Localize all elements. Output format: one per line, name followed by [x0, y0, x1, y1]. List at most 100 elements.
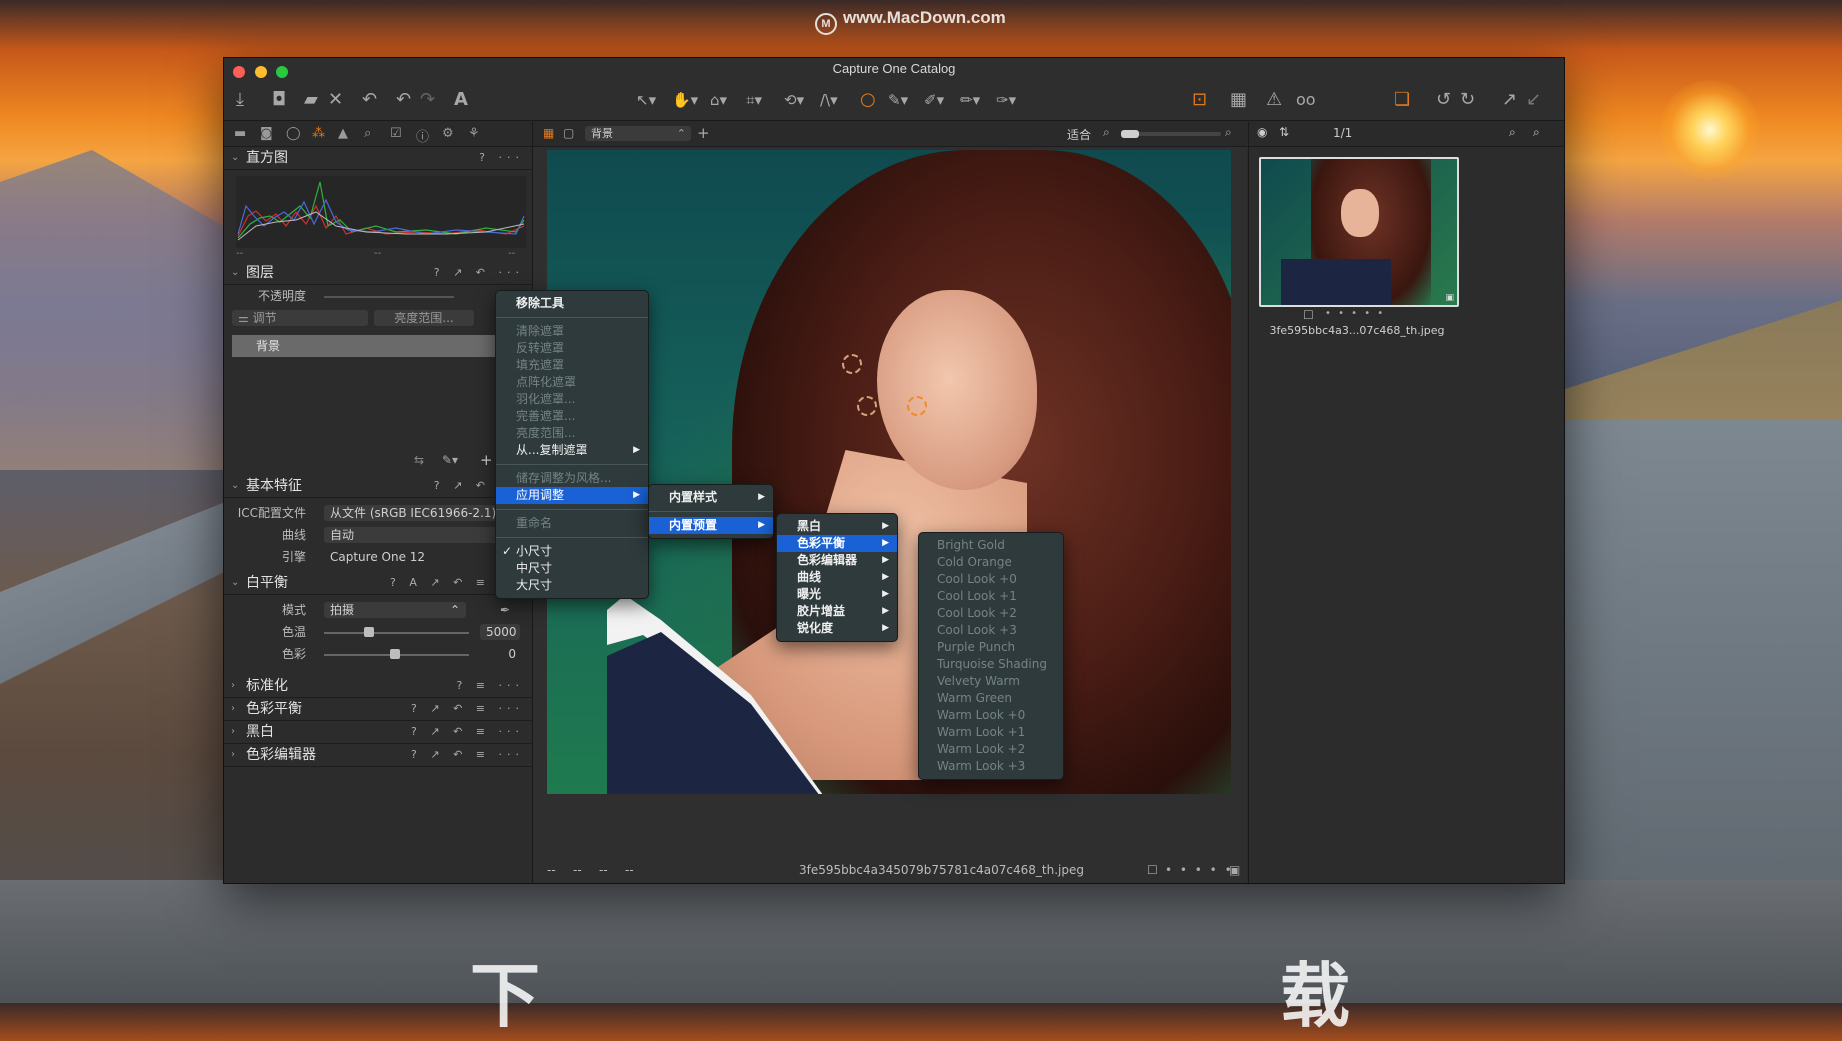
paste-apply-icon[interactable]: ↙	[1526, 88, 1541, 112]
batch-tab-icon[interactable]: ⚘	[468, 126, 480, 141]
camera-icon[interactable]: ◘	[272, 88, 286, 112]
rotate-icon[interactable]: ⟲▾	[784, 88, 804, 112]
single-view-icon[interactable]: ▢	[563, 126, 574, 140]
close-window-button[interactable]	[233, 66, 245, 78]
zoom-in-icon[interactable]: ⌕	[1225, 125, 1232, 140]
add-layer-icon[interactable]: +	[480, 451, 493, 469]
menu-fill-mask[interactable]: 填充遮罩	[496, 357, 648, 374]
brush-icon[interactable]: ✎▾	[888, 88, 908, 112]
copy-apply-icon[interactable]: ↗	[1502, 88, 1517, 112]
output-tab-icon[interactable]: ⚙	[442, 126, 454, 141]
swap-layers-icon[interactable]: ⇆	[414, 453, 424, 467]
menu-preset-item[interactable]: Cold Orange	[919, 554, 1063, 571]
eye-icon[interactable]: ◉	[1257, 125, 1267, 139]
layers-tools[interactable]: ? ↗ ↶ ···	[434, 262, 524, 284]
details-tab-icon[interactable]: ⌕	[364, 126, 371, 141]
menu-preset-item[interactable]: Cool Look +2	[919, 605, 1063, 622]
normalize-header[interactable]: › 标准化 ? ≡ ···	[224, 675, 532, 698]
lens-tab-icon[interactable]: ◯	[286, 126, 301, 141]
select-checkbox-icon[interactable]: ☐	[1147, 857, 1158, 883]
histogram-header[interactable]: ⌄ 直方图 ? ···	[224, 147, 532, 170]
wb-temp-slider[interactable]	[324, 632, 469, 634]
eyedropper-icon[interactable]: ✒	[500, 599, 510, 621]
menu-save-style[interactable]: 储存调整为风格...	[496, 470, 648, 487]
menu-preset-item[interactable]: Cool Look +3	[919, 622, 1063, 639]
menu-rename[interactable]: 重命名	[496, 515, 648, 532]
layer-row-background[interactable]: 背景	[232, 335, 522, 357]
opacity-slider[interactable]	[324, 296, 454, 298]
menu-preset-item[interactable]: Bright Gold	[919, 537, 1063, 554]
menu-preset-exposure[interactable]: 曝光▶	[777, 586, 897, 603]
menu-preset-bw[interactable]: 黑白▶	[777, 518, 897, 535]
thumb-checkbox-icon[interactable]: ☐	[1303, 308, 1314, 322]
menu-preset-item[interactable]: Velvety Warm	[919, 673, 1063, 690]
main-photo[interactable]	[547, 150, 1231, 794]
icc-select[interactable]: 从文件 (sRGB IEC61966-2.1)	[324, 505, 520, 521]
keystone-icon[interactable]: /\▾	[820, 88, 838, 112]
folder-icon[interactable]: ▰	[304, 88, 318, 112]
menu-builtin-styles[interactable]: 内置样式▶	[649, 489, 773, 506]
exposure-tab-icon[interactable]: ▲	[338, 126, 348, 141]
search-icon[interactable]: ⌕	[1509, 125, 1516, 140]
wb-temp-value[interactable]: 5000	[480, 624, 520, 640]
annotate-icon[interactable]: ✑▾	[996, 88, 1016, 112]
eraser-icon[interactable]: ✐▾	[924, 88, 944, 112]
menu-preset-curve[interactable]: 曲线▶	[777, 569, 897, 586]
color-tab-icon[interactable]: ⁂	[312, 126, 325, 141]
menu-preset-item[interactable]: Warm Look +3	[919, 758, 1063, 775]
adjust-select[interactable]: ⚌ 调节	[232, 310, 368, 326]
brush-layer-icon[interactable]: ✎▾	[442, 453, 458, 467]
spot-marker-1[interactable]	[842, 354, 862, 374]
menu-preset-item[interactable]: Cool Look +1	[919, 588, 1063, 605]
menu-preset-color-editor[interactable]: 色彩编辑器▶	[777, 552, 897, 569]
menu-preset-item[interactable]: Purple Punch	[919, 639, 1063, 656]
menu-refine-mask[interactable]: 完善遮罩...	[496, 408, 648, 425]
add-variant-icon[interactable]: +	[697, 124, 710, 142]
menu-preset-sharpening[interactable]: 锐化度▶	[777, 620, 897, 637]
menu-preset-item[interactable]: Turquoise Shading	[919, 656, 1063, 673]
gradient-icon[interactable]: ✏▾	[960, 88, 980, 112]
menu-preset-item[interactable]: Warm Look +0	[919, 707, 1063, 724]
spot-marker-3[interactable]	[907, 396, 927, 416]
color-tag-icon[interactable]: ▣	[1229, 857, 1240, 883]
thumbnail[interactable]: ▣	[1259, 157, 1459, 307]
basic-header[interactable]: ⌄ 基本特征 ? ↗ ↶ ···	[224, 475, 532, 498]
viewer-rating[interactable]: • • • • •	[1165, 857, 1234, 883]
brightness-range-button[interactable]: 亮度范围...	[374, 310, 474, 326]
redo-icon[interactable]: ↷	[420, 88, 435, 112]
wb-tint-handle[interactable]	[390, 649, 400, 659]
normalize-tools[interactable]: ? ≡ ···	[456, 675, 524, 697]
sort-icon[interactable]: ⇅	[1279, 125, 1289, 139]
edit-mode-icon[interactable]: ⊡	[1192, 88, 1207, 112]
wb-tint-value[interactable]: 0	[480, 643, 520, 665]
menu-apply-adjustments[interactable]: 应用调整▶	[496, 487, 648, 504]
menu-invert-mask[interactable]: 反转遮罩	[496, 340, 648, 357]
rotate-right-icon[interactable]: ↻	[1460, 88, 1475, 112]
menu-preset-film-grain[interactable]: 胶片增益▶	[777, 603, 897, 620]
color-editor-header[interactable]: › 色彩编辑器 ? ↗ ↶ ≡ ···	[224, 744, 532, 767]
menu-preset-item[interactable]: Warm Green	[919, 690, 1063, 707]
zoom-browser-icon[interactable]: ⌕	[1533, 125, 1540, 140]
straighten-icon[interactable]: ⌂▾	[710, 88, 727, 112]
zoom-slider[interactable]	[1121, 132, 1221, 136]
spot-marker-2[interactable]	[857, 396, 877, 416]
select-cursor-icon[interactable]: ↖▾	[636, 88, 656, 112]
zoom-handle[interactable]	[1121, 130, 1139, 138]
capture-tab-icon[interactable]: ◙	[260, 126, 273, 141]
thumb-rating[interactable]: • • • • •	[1325, 308, 1385, 319]
undo-2-icon[interactable]: ↶	[396, 88, 411, 112]
zoom-out-icon[interactable]: ⌕	[1103, 125, 1110, 140]
delete-icon[interactable]: ✕	[328, 88, 343, 112]
zoom-window-button[interactable]	[276, 66, 288, 78]
menu-remove-tool[interactable]: 移除工具	[496, 295, 648, 312]
color-balance-tools[interactable]: ? ↗ ↶ ≡ ···	[411, 698, 524, 720]
menu-preset-item[interactable]: Warm Look +2	[919, 741, 1063, 758]
curve-select[interactable]: 自动	[324, 527, 520, 543]
variant-select[interactable]: 背景⌃	[585, 126, 691, 141]
text-icon[interactable]: A	[454, 88, 468, 112]
circle-mask-icon[interactable]: ○	[860, 88, 876, 112]
warning-icon[interactable]: ⚠	[1266, 88, 1282, 112]
menu-preset-color-balance[interactable]: 色彩平衡▶	[777, 535, 897, 552]
color-balance-header[interactable]: › 色彩平衡 ? ↗ ↶ ≡ ···	[224, 698, 532, 721]
white-balance-header[interactable]: ⌄ 白平衡 ? A ↗ ↶ ≡ ···	[224, 572, 532, 595]
